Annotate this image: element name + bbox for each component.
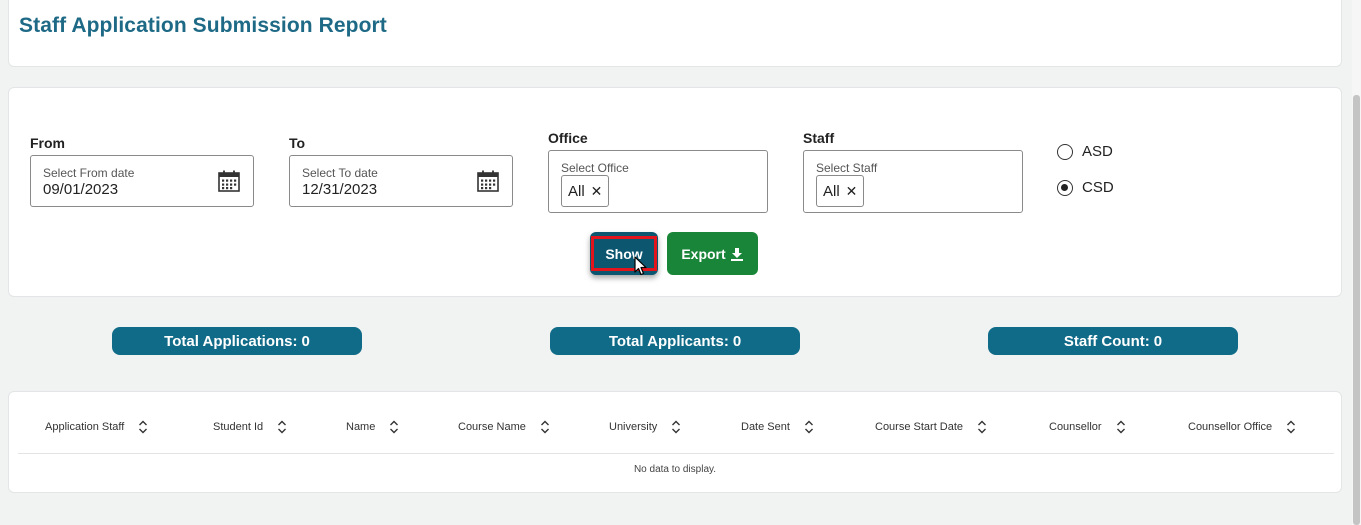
sort-icon[interactable] <box>671 420 681 434</box>
export-button-label: Export <box>681 245 726 262</box>
column-header-label: Counsellor Office <box>1188 421 1273 433</box>
download-icon <box>730 247 743 261</box>
office-chip-label: All <box>568 182 585 200</box>
column-header-course-name[interactable]: Course Name <box>458 420 550 434</box>
column-header-label: Course Start Date <box>875 421 964 433</box>
radio-csd[interactable]: CSD <box>1057 179 1114 196</box>
sort-icon[interactable] <box>1286 420 1296 434</box>
sort-icon[interactable] <box>540 420 550 434</box>
column-header-student-id[interactable]: Student Id <box>213 420 287 434</box>
title-card: Staff Application Submission Report <box>8 0 1342 67</box>
sort-icon[interactable] <box>138 420 148 434</box>
page-title: Staff Application Submission Report <box>19 14 387 37</box>
page-scrollbar[interactable] <box>1352 0 1361 525</box>
column-header-label: Counsellor <box>1049 421 1102 433</box>
to-label: To <box>289 135 306 151</box>
radio-csd-label: CSD <box>1082 179 1114 196</box>
stat-value: 0 <box>1153 332 1163 350</box>
remove-chip-icon[interactable]: ✕ <box>846 183 858 200</box>
to-date-value: 12/31/2023 <box>302 181 378 198</box>
staff-chip: All ✕ <box>816 175 865 207</box>
column-header-label: Course Name <box>458 421 526 433</box>
sort-icon[interactable] <box>1116 420 1126 434</box>
radio-asd[interactable]: ASD <box>1057 143 1113 160</box>
stat-value: 0 <box>301 332 310 350</box>
column-header-label: Application Staff <box>45 421 125 433</box>
to-date-field[interactable]: Select To date 12/31/2023 <box>289 155 513 207</box>
sort-icon[interactable] <box>804 420 814 434</box>
column-header-counsellor-office[interactable]: Counsellor Office <box>1188 420 1296 434</box>
staff-chip-label: All <box>823 182 840 200</box>
column-header-name[interactable]: Name <box>346 420 399 434</box>
column-header-university[interactable]: University <box>609 420 681 434</box>
mouse-cursor-icon <box>634 256 647 276</box>
office-select[interactable]: Select Office All ✕ <box>548 150 768 213</box>
sort-icon[interactable] <box>277 420 287 434</box>
radio-button[interactable] <box>1057 143 1073 160</box>
radio-button[interactable] <box>1057 179 1073 196</box>
to-date-placeholder: Select To date <box>302 166 378 180</box>
office-label: Office <box>548 130 588 146</box>
staff-label: Staff <box>803 130 835 146</box>
column-header-label: Name <box>346 421 376 433</box>
calendar-icon[interactable] <box>218 170 240 192</box>
total-applicants-pill: Total Applicants: 0 <box>550 327 800 355</box>
table-divider <box>18 453 1334 454</box>
scrollbar-thumb[interactable] <box>1353 95 1360 525</box>
staff-select[interactable]: Select Staff All ✕ <box>803 150 1023 213</box>
office-chip: All ✕ <box>561 175 610 207</box>
from-date-placeholder: Select From date <box>43 166 135 180</box>
report-table: Application Staff Student Id Name Course… <box>8 391 1342 493</box>
from-date-value: 09/01/2023 <box>43 181 119 198</box>
stat-label: Total Applicants: <box>608 332 729 350</box>
column-header-course-start-date[interactable]: Course Start Date <box>875 420 987 434</box>
from-date-field[interactable]: Select From date 09/01/2023 <box>30 155 254 207</box>
empty-table-message: No data to display. <box>633 464 717 475</box>
office-placeholder: Select Office <box>561 161 629 175</box>
column-header-date-sent[interactable]: Date Sent <box>741 420 814 434</box>
sort-icon[interactable] <box>389 420 399 434</box>
column-header-application-staff[interactable]: Application Staff <box>45 420 148 434</box>
radio-asd-label: ASD <box>1082 143 1113 160</box>
calendar-icon[interactable] <box>477 170 499 192</box>
staff-count-pill: Staff Count: 0 <box>988 327 1238 355</box>
remove-chip-icon[interactable]: ✕ <box>591 183 603 200</box>
column-header-label: Date Sent <box>741 421 790 433</box>
column-header-label: University <box>609 421 658 433</box>
column-header-label: Student Id <box>213 421 264 433</box>
stat-value: 0 <box>732 332 742 350</box>
total-applications-pill: Total Applications: 0 <box>112 327 362 355</box>
staff-placeholder: Select Staff <box>816 161 878 175</box>
sort-icon[interactable] <box>977 420 987 434</box>
stat-label: Staff Count: <box>1063 332 1150 350</box>
column-header-counsellor[interactable]: Counsellor <box>1049 420 1126 434</box>
export-button[interactable]: Export <box>667 232 758 275</box>
stat-label: Total Applications: <box>164 332 298 350</box>
from-label: From <box>30 135 65 151</box>
